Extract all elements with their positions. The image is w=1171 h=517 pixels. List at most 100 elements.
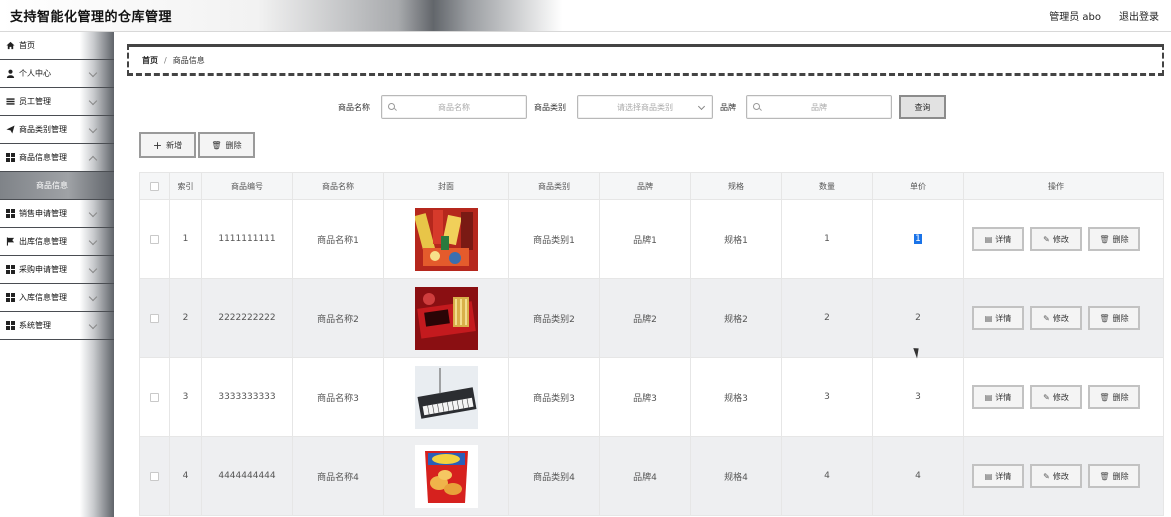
goods-table: 索引 商品编号 商品名称 封面 商品类别 品牌 规格 数量 单价 操作 1 11… [139, 172, 1164, 516]
detail-button[interactable]: ▤ 详情 [972, 227, 1024, 251]
chevron-down-icon [88, 155, 98, 165]
cell-spec: 规格2 [691, 279, 782, 357]
cell-index: 2 [170, 279, 202, 357]
delete-button[interactable]: 🗑 删除 [1088, 227, 1140, 251]
cell-qty: 2 [782, 279, 873, 357]
sidebar-subitem-goods-info[interactable]: 商品信息 [0, 172, 114, 200]
cell-category: 商品类别3 [509, 358, 600, 436]
detail-button[interactable]: ▤ 详情 [972, 385, 1024, 409]
table-row: 2 2222222222 商品名称2 商品类别2 品牌2 规格2 2 2 ▤ 详… [139, 279, 1164, 358]
sidebar-item-system[interactable]: 系统管理 [0, 312, 114, 340]
cover-image-electronic-keyboard [414, 365, 478, 429]
row-checkbox[interactable] [150, 313, 159, 323]
pencil-icon: ✎ [1043, 392, 1050, 402]
document-icon: ▤ [984, 471, 993, 481]
search-icon [753, 103, 760, 110]
breadcrumb-separator: / [164, 55, 167, 65]
detail-button[interactable]: ▤ 详情 [972, 306, 1024, 330]
breadcrumb-current: 商品信息 [172, 55, 205, 65]
breadcrumb-home[interactable]: 首页 [142, 55, 158, 66]
edit-button[interactable]: ✎ 修改 [1030, 227, 1082, 251]
grid-icon [5, 209, 15, 219]
sidebar-item-category[interactable]: 商品类别管理 [0, 116, 114, 144]
query-button[interactable]: 查询 [899, 95, 946, 119]
chevron-down-icon [88, 292, 98, 302]
cell-index: 3 [170, 358, 202, 436]
cell-price: 3 [873, 358, 964, 436]
top-header: 支持智能化管理的仓库管理 管理员 abo 退出登录 [0, 0, 1171, 32]
sidebar-item-label: 系统管理 [19, 321, 51, 330]
delete-button[interactable]: 🗑 删除 [1088, 306, 1140, 330]
search-bar: 商品名称 商品名称 商品类别 请选择商品类别 品牌 品牌 查询 [114, 95, 1171, 119]
detail-button[interactable]: ▤ 详情 [972, 464, 1024, 488]
delete-button[interactable]: 🗑 删除 [1088, 464, 1140, 488]
grid-icon [5, 321, 15, 331]
list-icon [5, 97, 15, 107]
row-checkbox[interactable] [150, 471, 159, 481]
search-name-label: 商品名称 [338, 103, 370, 112]
logout-link[interactable]: 退出登录 [1119, 8, 1159, 23]
sidebar-item-home[interactable]: 首页 [0, 32, 114, 60]
cell-brand: 品牌2 [600, 279, 691, 357]
cell-category: 商品类别4 [509, 437, 600, 515]
cell-brand: 品牌4 [600, 437, 691, 515]
cell-spec: 规格3 [691, 358, 782, 436]
sidebar-item-purchase[interactable]: 采购申请管理 [0, 256, 114, 284]
pencil-icon: ✎ [1043, 471, 1050, 481]
trash-icon: 🗑 [1099, 313, 1110, 323]
col-brand: 品牌 [600, 173, 691, 199]
edit-button[interactable]: ✎ 修改 [1030, 385, 1082, 409]
document-icon: ▤ [984, 234, 993, 244]
add-button[interactable]: + 新增 [139, 132, 196, 158]
chevron-down-icon [88, 96, 98, 106]
sidebar-item-inbound[interactable]: 入库信息管理 [0, 284, 114, 312]
sidebar-item-outbound[interactable]: 出库信息管理 [0, 228, 114, 256]
sidebar-item-staff[interactable]: 员工管理 [0, 88, 114, 116]
main-content: 首页 / 商品信息 商品名称 商品名称 商品类别 请选择商品类别 品牌 品牌 查… [114, 32, 1171, 517]
batch-delete-button[interactable]: 🗑 删除 [198, 132, 255, 158]
home-icon [5, 41, 15, 51]
sidebar-item-label: 首页 [19, 41, 35, 50]
search-icon [388, 103, 395, 110]
sidebar-item-profile[interactable]: 个人中心 [0, 60, 114, 88]
cover-image-festive-goods [414, 207, 478, 271]
edit-button[interactable]: ✎ 修改 [1030, 306, 1082, 330]
row-checkbox[interactable] [150, 234, 159, 244]
table-header: 索引 商品编号 商品名称 封面 商品类别 品牌 规格 数量 单价 操作 [139, 172, 1164, 200]
cell-category: 商品类别1 [509, 200, 600, 278]
cell-spec: 规格4 [691, 437, 782, 515]
col-actions: 操作 [1048, 181, 1064, 191]
breadcrumb: 首页 / 商品信息 [127, 44, 1164, 76]
cell-name: 商品名称1 [293, 200, 384, 278]
table-row: 3 3333333333 商品名称3 商品类别3 品牌3 规格3 3 3 ▤ 详… [139, 358, 1164, 437]
grid-icon [5, 293, 15, 303]
cell-index: 4 [170, 437, 202, 515]
sidebar-item-label: 商品信息管理 [19, 153, 67, 162]
pencil-icon: ✎ [1043, 313, 1050, 323]
col-index: 索引 [170, 173, 202, 199]
sidebar-item-label: 入库信息管理 [19, 293, 67, 302]
edit-button[interactable]: ✎ 修改 [1030, 464, 1082, 488]
grid-icon [5, 153, 15, 163]
col-price: 单价 [873, 173, 964, 199]
cell-price: 4 [873, 437, 964, 515]
select-all-checkbox[interactable] [150, 181, 159, 191]
app-title: 支持智能化管理的仓库管理 [10, 10, 173, 25]
sidebar-item-sales[interactable]: 销售申请管理 [0, 200, 114, 228]
row-checkbox[interactable] [150, 392, 159, 402]
search-category-select[interactable]: 请选择商品类别 [577, 95, 713, 119]
cell-qty: 1 [782, 200, 873, 278]
table-row: 4 4444444444 商品名称4 商品类别4 品牌4 规格4 4 4 ▤ 详… [139, 437, 1164, 516]
sidebar-item-label: 员工管理 [19, 97, 51, 106]
search-name-input[interactable]: 商品名称 [381, 95, 527, 119]
cell-code: 3333333333 [202, 358, 293, 436]
search-brand-label: 品牌 [720, 103, 736, 112]
delete-button[interactable]: 🗑 删除 [1088, 385, 1140, 409]
send-icon [5, 125, 15, 135]
cell-code: 2222222222 [202, 279, 293, 357]
current-user: 管理员 abo [1049, 12, 1101, 23]
cell-qty: 4 [782, 437, 873, 515]
search-brand-input[interactable]: 品牌 [746, 95, 892, 119]
sidebar-item-goods[interactable]: 商品信息管理 [0, 144, 114, 172]
trash-icon: 🗑 [1099, 471, 1110, 481]
